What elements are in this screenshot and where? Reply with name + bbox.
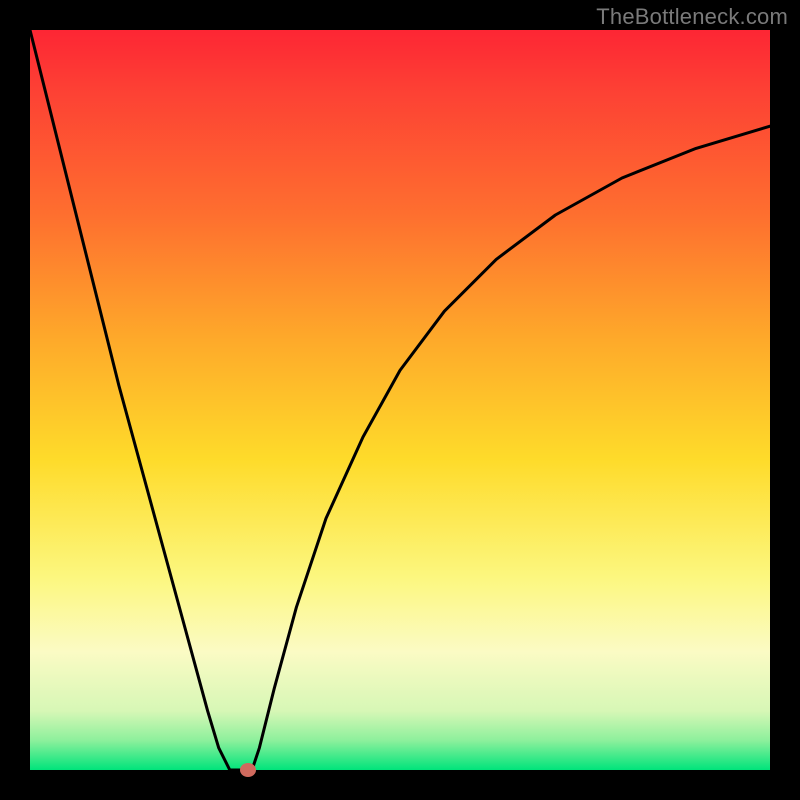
chart-frame: TheBottleneck.com — [0, 0, 800, 800]
watermark-text: TheBottleneck.com — [596, 4, 788, 30]
curve-svg — [30, 30, 770, 770]
plot-area — [30, 30, 770, 770]
optimal-point-marker — [240, 763, 256, 777]
bottleneck-curve — [30, 30, 770, 770]
